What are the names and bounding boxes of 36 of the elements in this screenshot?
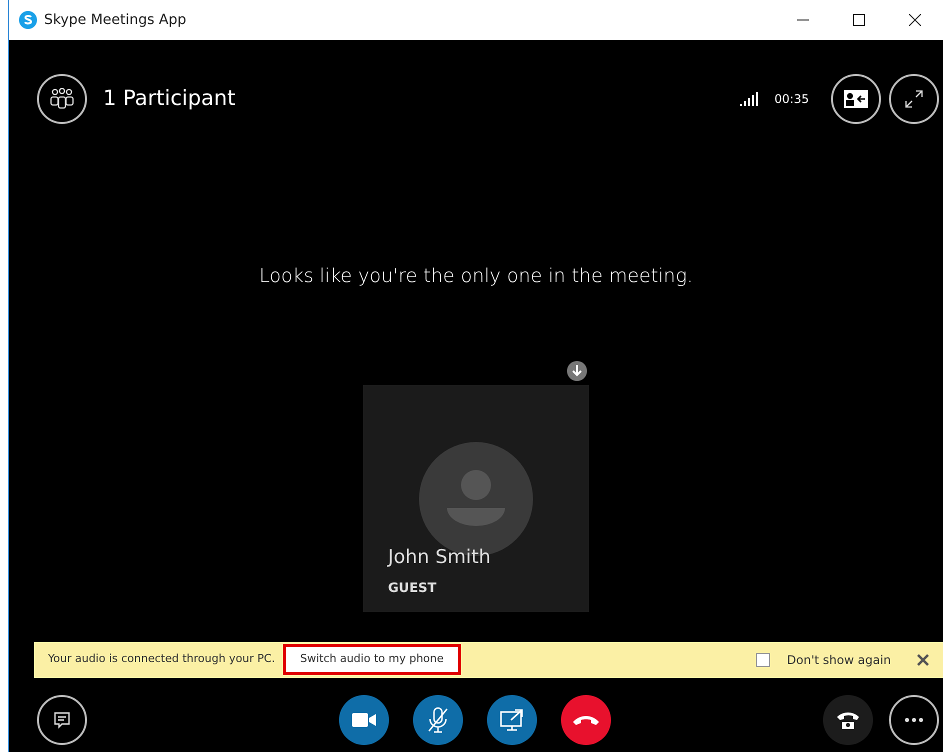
close-icon[interactable]: [917, 654, 929, 666]
people-icon: [49, 88, 75, 110]
maximize-icon: [853, 14, 865, 26]
share-screen-icon: [499, 708, 525, 732]
chat-icon: [52, 710, 72, 730]
participant-name: John Smith: [388, 544, 491, 570]
share-screen-button[interactable]: [487, 694, 537, 744]
switch-audio-button[interactable]: Switch audio to my phone: [283, 644, 461, 675]
checkbox[interactable]: [756, 652, 770, 666]
more-icon: [904, 718, 924, 722]
microphone-button[interactable]: [413, 694, 463, 744]
microphone-icon: [426, 706, 450, 734]
participant-role: GUEST: [388, 580, 436, 598]
video-camera-icon: [351, 710, 377, 728]
call-timer: 00:35: [774, 91, 809, 108]
close-icon: [909, 14, 921, 26]
hang-up-button[interactable]: [561, 694, 611, 744]
participant-count: 1 Participant: [103, 85, 236, 112]
contact-card-icon: [843, 89, 869, 109]
expand-icon: [904, 89, 924, 109]
signal-icon: [740, 92, 758, 106]
status-message: Looks like you're the only one in the meeting.: [258, 264, 694, 289]
phone-button[interactable]: [823, 694, 873, 744]
fullscreen-button[interactable]: [889, 74, 939, 124]
video-button[interactable]: [339, 694, 389, 744]
notification-text: Your audio is connected through your PC.: [48, 651, 276, 668]
chat-button[interactable]: [37, 694, 87, 744]
window-title: Skype Meetings App: [44, 10, 186, 30]
more-options-button[interactable]: [889, 694, 939, 744]
hang-up-icon: [572, 714, 600, 726]
download-icon[interactable]: [567, 360, 587, 380]
checkbox-label[interactable]: Don't show again: [786, 650, 891, 668]
app-logo-icon: [18, 10, 38, 30]
switch-view-button[interactable]: [831, 74, 881, 124]
participants-button[interactable]: [37, 74, 87, 124]
phone-icon: [836, 710, 860, 730]
